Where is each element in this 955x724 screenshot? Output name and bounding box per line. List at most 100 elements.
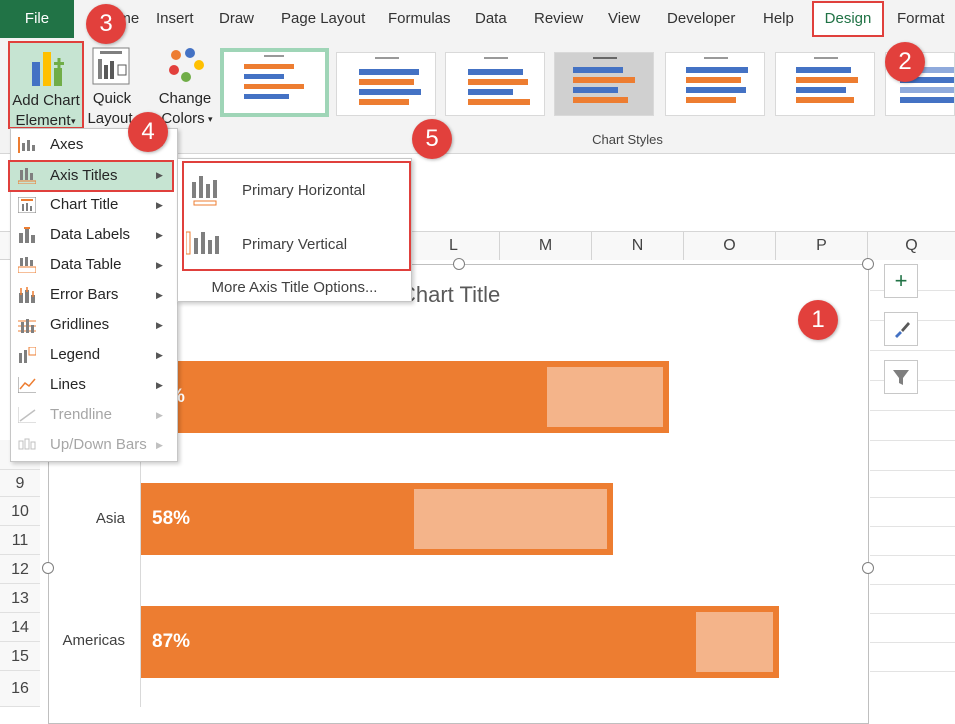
primary-horizontal-icon [192, 176, 217, 206]
cell-gridline [870, 642, 955, 643]
chart-style-preview [686, 57, 748, 103]
chart-data-label[interactable]: 58% [152, 483, 190, 555]
axes-icon [18, 137, 35, 153]
tab-page-layout[interactable]: Page Layout [281, 0, 365, 38]
primary-vertical-option[interactable]: Primary Vertical [186, 222, 406, 266]
submenu-arrow-icon: ▶ [156, 320, 163, 330]
tab-view[interactable]: View [608, 0, 640, 38]
row-header[interactable]: 16 [0, 671, 40, 707]
callout-badge-4: 4 [128, 112, 168, 152]
primary-horizontal-label: Primary Horizontal [242, 182, 366, 199]
paintbrush-icon [895, 322, 910, 338]
quick-layout-button[interactable]: Quick Layout [87, 41, 138, 129]
callout-badge-5: 5 [412, 119, 452, 159]
menu-item-axis-titles[interactable]: Axis Titles ▶ [8, 160, 174, 192]
chart-style-3[interactable] [445, 52, 545, 116]
chart-style-4[interactable] [554, 52, 654, 116]
add-chart-element-icon [32, 52, 64, 86]
row-header[interactable]: 10 [0, 497, 40, 526]
more-axis-title-options[interactable]: More Axis Title Options... [178, 276, 411, 300]
tab-file[interactable]: File [0, 0, 74, 38]
change-colors-label-line1: Change [158, 90, 212, 107]
trendline-icon [18, 407, 36, 423]
row-header[interactable]: 13 [0, 584, 40, 613]
cell-gridline [870, 671, 955, 672]
column-header[interactable]: L [408, 232, 500, 260]
chart-bar-overlay[interactable] [414, 489, 607, 549]
submenu-arrow-icon: ▶ [156, 440, 163, 450]
add-chart-element-button[interactable]: Add Chart Element ▾ [8, 41, 84, 129]
tab-help[interactable]: Help [763, 0, 794, 38]
callout-badge-1: 1 [798, 300, 838, 340]
data-table-icon [18, 257, 36, 273]
menu-item-data-table[interactable]: Data Table ▶ [10, 250, 176, 280]
tab-format[interactable]: Format [897, 0, 945, 38]
menu-item-label: Error Bars [50, 286, 119, 303]
tab-review[interactable]: Review [534, 0, 583, 38]
menu-item-data-labels[interactable]: Data Labels ▶ [10, 220, 176, 250]
menu-item-label: Gridlines [50, 316, 110, 333]
chart-elements-plus-button[interactable]: + [884, 264, 918, 298]
chart-bar-overlay[interactable] [547, 367, 663, 427]
row-header[interactable]: 11 [0, 526, 40, 555]
chart-styles-button[interactable] [884, 312, 918, 346]
row-header[interactable]: 12 [0, 555, 40, 584]
resize-handle[interactable] [453, 258, 465, 270]
palette-icon [169, 48, 204, 82]
submenu-arrow-icon: ▶ [156, 350, 163, 360]
menu-item-label: Data Labels [50, 226, 131, 243]
menu-item-up-down-bars[interactable]: Up/Down Bars ▶ [10, 430, 176, 460]
resize-handle[interactable] [862, 562, 874, 574]
chart-style-5[interactable] [665, 52, 765, 116]
menu-item-label: Chart Title [50, 196, 119, 213]
submenu-arrow-icon: ▶ [156, 170, 163, 180]
tab-formulas[interactable]: Formulas [388, 0, 451, 38]
menu-item-trendline[interactable]: Trendline ▶ [10, 400, 176, 430]
primary-vertical-label: Primary Vertical [242, 236, 348, 253]
menu-item-lines[interactable]: Lines ▶ [10, 370, 176, 400]
resize-handle[interactable] [42, 562, 54, 574]
column-header[interactable]: N [592, 232, 684, 260]
submenu-arrow-icon: ▶ [156, 290, 163, 300]
resize-handle[interactable] [862, 258, 874, 270]
row-header[interactable]: 15 [0, 642, 40, 671]
menu-item-label: Legend [50, 346, 101, 363]
cell-gridline [870, 526, 955, 527]
chart-style-6[interactable] [775, 52, 875, 116]
column-header[interactable]: P [776, 232, 868, 260]
chart-bar[interactable] [141, 606, 779, 678]
tab-developer[interactable]: Developer [667, 0, 735, 38]
chart-style-1[interactable] [220, 48, 329, 117]
primary-horizontal-option[interactable]: Primary Horizontal [186, 168, 406, 212]
menu-items-container: Axes ▶ Axis Titles ▶ Chart Title ▶ Data … [8, 128, 178, 462]
submenu-arrow-icon: ▶ [156, 410, 163, 420]
cell-gridline [870, 555, 955, 556]
legend-icon [19, 347, 36, 363]
chart-data-label[interactable]: 87% [152, 606, 190, 678]
row-header[interactable]: 9 [0, 470, 40, 497]
cell-gridline [870, 584, 955, 585]
chart-style-2[interactable] [336, 52, 436, 116]
tab-design[interactable]: Design [812, 1, 884, 37]
chart-bar-overlay[interactable] [696, 612, 773, 672]
cell-gridline [870, 410, 955, 411]
filter-icon [893, 370, 909, 385]
menu-item-chart-title[interactable]: Chart Title ▶ [10, 190, 176, 220]
submenu-arrow-icon: ▶ [156, 380, 163, 390]
column-header[interactable]: O [684, 232, 776, 260]
chart-style-preview [573, 57, 635, 103]
menu-item-error-bars[interactable]: Error Bars ▶ [10, 280, 176, 310]
tab-data[interactable]: Data [475, 0, 507, 38]
row-header[interactable]: 14 [0, 613, 40, 642]
tab-draw[interactable]: Draw [219, 0, 254, 38]
submenu-arrow-icon: ▶ [156, 230, 163, 240]
tab-insert[interactable]: Insert [156, 0, 194, 38]
column-header[interactable]: M [500, 232, 592, 260]
column-header[interactable]: Q [868, 232, 955, 260]
chart-style-preview [796, 57, 858, 103]
menu-item-legend[interactable]: Legend ▶ [10, 340, 176, 370]
chart-title[interactable]: Chart Title [400, 282, 500, 308]
menu-item-gridlines[interactable]: Gridlines ▶ [10, 310, 176, 340]
chart-filters-button[interactable] [884, 360, 918, 394]
menu-item-label: Trendline [50, 406, 112, 423]
